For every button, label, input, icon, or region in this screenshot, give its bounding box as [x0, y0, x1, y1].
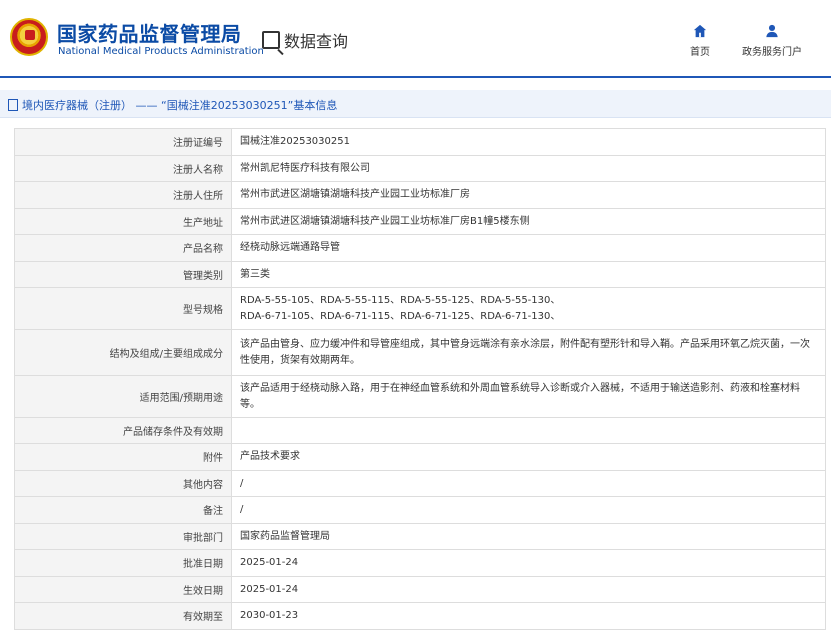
field-label: 适用范围/预期用途	[14, 375, 232, 418]
field-value: /	[231, 469, 826, 497]
field-value: 经桡动脉远端通路导管	[231, 234, 826, 262]
table-row: 其他内容 /	[14, 469, 826, 497]
home-icon	[693, 24, 707, 38]
breadcrumb: 境内医疗器械（注册） —— “国械注准20253030251”基本信息	[8, 97, 337, 113]
table-row: 附件 产品技术要求	[14, 443, 826, 471]
table-row: 注册人名称 常州凯尼特医疗科技有限公司	[14, 154, 826, 182]
field-value: 常州市武进区湖塘镇湖塘科技产业园工业坊标准厂房B1幢5楼东侧	[231, 207, 826, 235]
field-value: 该产品由管身、应力缓冲件和导管座组成，其中管身远端涂有亲水涂层，附件配有塑形针和…	[231, 329, 826, 376]
field-label: 有效期至	[14, 602, 232, 630]
field-value: 2025-01-24	[231, 549, 826, 577]
data-query-label: 数据查询	[284, 32, 349, 51]
field-value: 国械注准20253030251	[231, 128, 826, 156]
site-title-cn: 国家药品监督管理局	[57, 22, 242, 46]
field-label: 其他内容	[14, 469, 232, 497]
field-label: 产品储存条件及有效期	[14, 417, 232, 444]
field-label: 生产地址	[14, 207, 232, 235]
table-row: 注册证编号 国械注准20253030251	[14, 128, 826, 156]
table-row: 备注 /	[14, 496, 826, 524]
national-emblem-logo	[10, 18, 48, 56]
field-label: 备注	[14, 496, 232, 524]
breadcrumb-text: 境内医疗器械（注册） —— “国械注准20253030251”基本信息	[22, 99, 338, 112]
field-value: 2025-01-24	[231, 575, 826, 603]
site-title-en: National Medical Products Administration	[58, 46, 264, 57]
table-row: 注册人住所 常州市武进区湖塘镇湖塘科技产业园工业坊标准厂房	[14, 181, 826, 209]
field-value: 国家药品监督管理局	[231, 522, 826, 550]
field-label: 注册证编号	[14, 128, 232, 156]
field-label: 管理类别	[14, 260, 232, 288]
field-value: 2030-01-23	[231, 602, 826, 630]
field-value	[231, 417, 826, 444]
table-row: 批准日期 2025-01-24	[14, 549, 826, 577]
search-document-icon	[262, 31, 280, 49]
field-label: 注册人名称	[14, 154, 232, 182]
table-row: 有效期至 2030-01-23	[14, 602, 826, 630]
table-row: 产品名称 经桡动脉远端通路导管	[14, 234, 826, 262]
nav-portal-label: 政务服务门户	[742, 47, 802, 58]
field-value: 产品技术要求	[231, 443, 826, 471]
data-query-title: 数据查询	[262, 28, 348, 52]
field-value: RDA-5-55-105、RDA-5-55-115、RDA-5-55-125、R…	[231, 287, 826, 330]
field-value: 第三类	[231, 260, 826, 288]
field-value: 该产品适用于经桡动脉入路，用于在神经血管系统和外周血管系统导入诊断或介入器械，不…	[231, 375, 826, 418]
field-value: /	[231, 496, 826, 524]
field-value: 常州市武进区湖塘镇湖塘科技产业园工业坊标准厂房	[231, 181, 826, 209]
field-label: 结构及组成/主要组成成分	[14, 329, 232, 376]
table-row: 结构及组成/主要组成成分 该产品由管身、应力缓冲件和导管座组成，其中管身远端涂有…	[14, 329, 826, 376]
nav-home[interactable]: 首页	[690, 24, 710, 58]
table-row: 型号规格 RDA-5-55-105、RDA-5-55-115、RDA-5-55-…	[14, 287, 826, 330]
table-row: 产品储存条件及有效期	[14, 417, 826, 444]
site-header: 国家药品监督管理局 National Medical Products Admi…	[0, 0, 831, 78]
user-icon	[766, 24, 778, 38]
document-icon	[8, 99, 18, 111]
nav-home-label: 首页	[690, 47, 710, 58]
field-label: 审批部门	[14, 522, 232, 550]
table-row: 审批部门 国家药品监督管理局	[14, 522, 826, 550]
table-row: 生效日期 2025-01-24	[14, 575, 826, 603]
device-info-table: 注册证编号 国械注准20253030251 注册人名称 常州凯尼特医疗科技有限公…	[14, 128, 826, 630]
field-label: 附件	[14, 443, 232, 471]
field-value: 常州凯尼特医疗科技有限公司	[231, 154, 826, 182]
table-row: 适用范围/预期用途 该产品适用于经桡动脉入路，用于在神经血管系统和外周血管系统导…	[14, 375, 826, 418]
field-label: 批准日期	[14, 549, 232, 577]
field-label: 生效日期	[14, 575, 232, 603]
field-label: 型号规格	[14, 287, 232, 330]
nav-government-service-portal[interactable]: 政务服务门户	[742, 24, 802, 58]
field-label: 注册人住所	[14, 181, 232, 209]
field-label: 产品名称	[14, 234, 232, 262]
table-row: 管理类别 第三类	[14, 260, 826, 288]
table-row: 生产地址 常州市武进区湖塘镇湖塘科技产业园工业坊标准厂房B1幢5楼东侧	[14, 207, 826, 235]
